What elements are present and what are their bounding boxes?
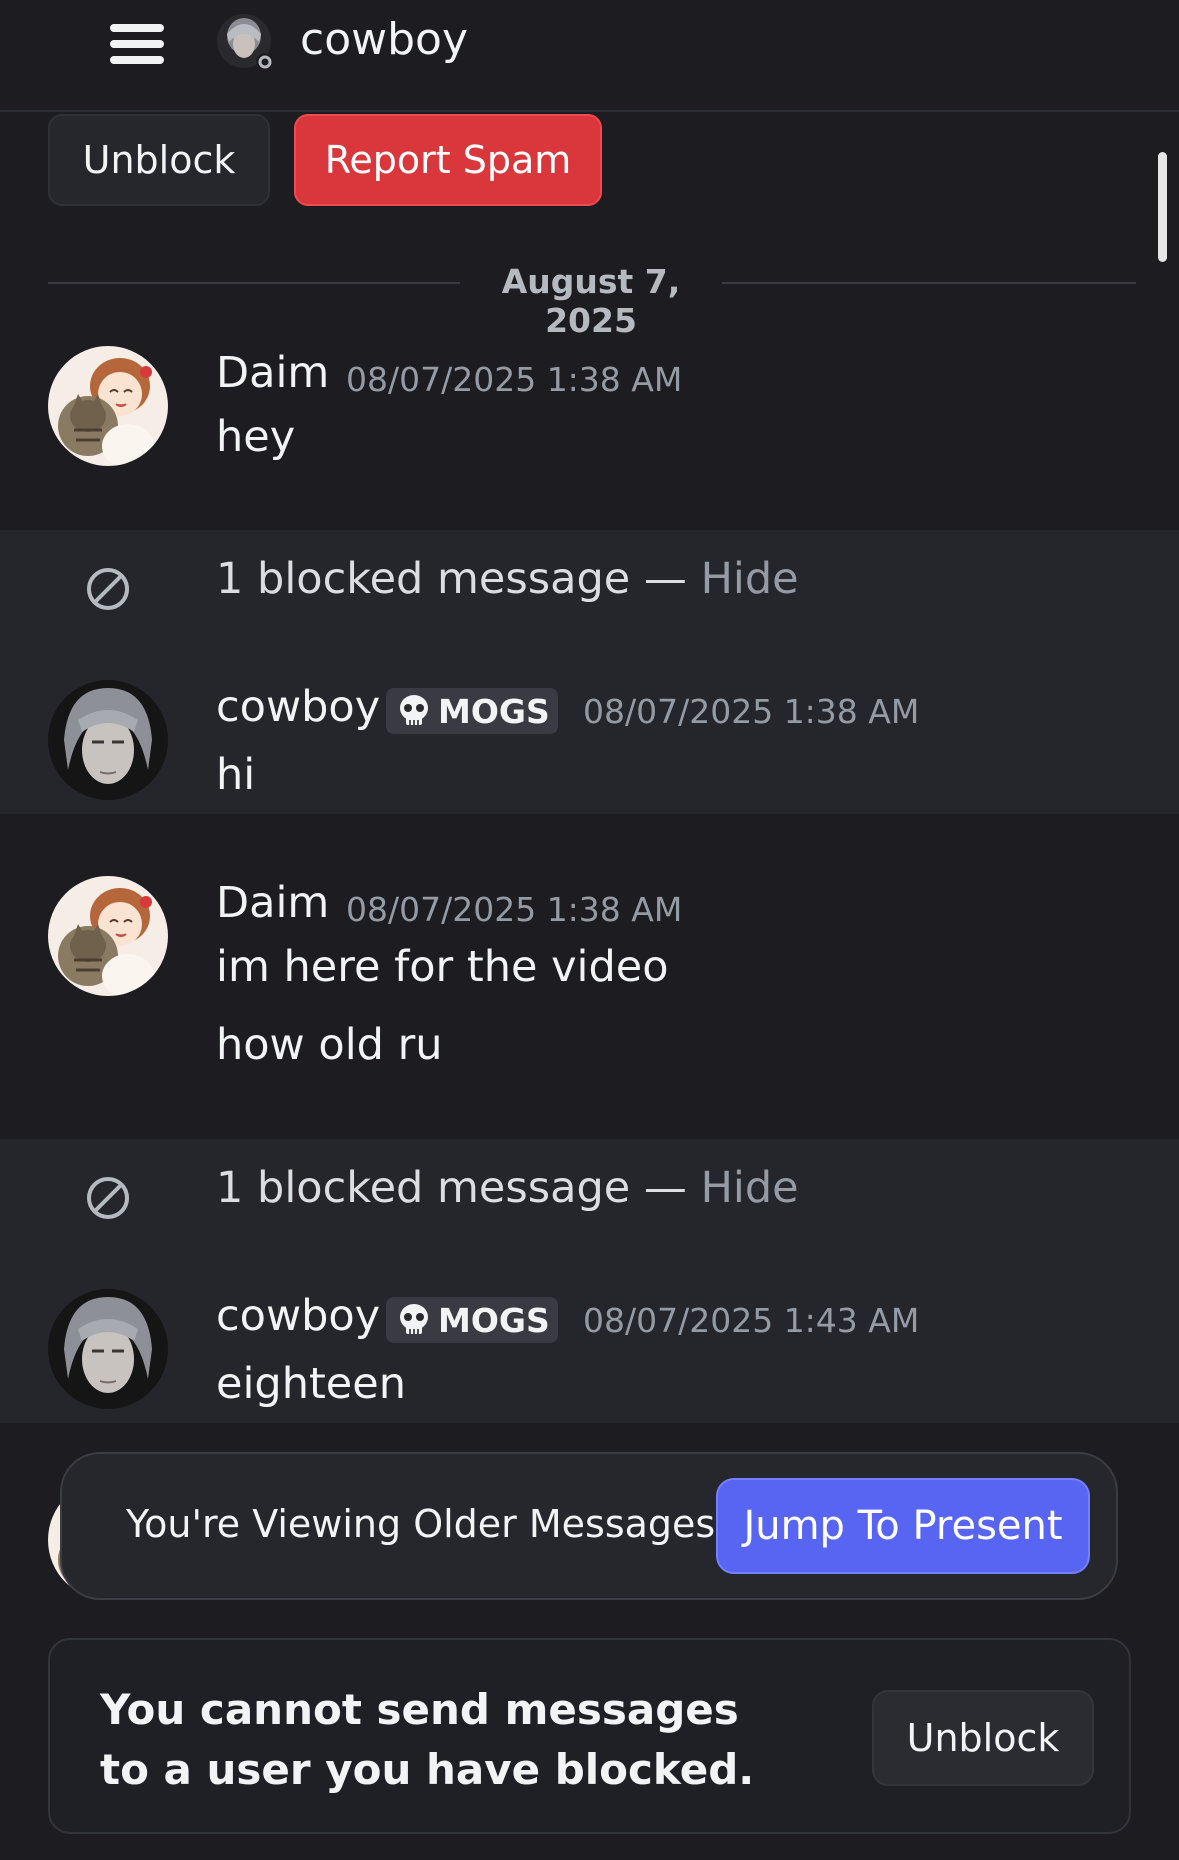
message-author[interactable]: cowboy [216,1291,380,1341]
unblock-button[interactable]: Unblock [48,114,270,206]
message-author[interactable]: Daim [216,348,329,398]
message-text: eighteen [216,1359,406,1409]
blocked-message-row: 1 blocked message — Hide [0,1139,1179,1259]
hide-blocked-link[interactable]: Hide [701,554,799,604]
message-text: hi [216,750,256,800]
message-timestamp: 08/07/2025 1:38 AM [346,360,683,399]
message-item: cowboy MOGS 08/07/2025 1:38 AM hi [0,672,1179,822]
message-item: Daim 08/07/2025 1:38 AM hey [0,340,1179,520]
date-divider: August 7, 2025 [48,262,1136,340]
blocked-message-text: 1 blocked message — [216,1163,701,1213]
scrollbar[interactable] [1158,152,1167,262]
blocked-icon [87,568,129,610]
message-timestamp: 08/07/2025 1:38 AM [346,890,683,929]
tag-label: MOGS [438,691,550,731]
older-messages-text: You're Viewing Older Messages [126,1502,716,1546]
older-messages-banner: You're Viewing Older Messages Jump To Pr… [60,1452,1118,1600]
blocked-user-notice: You cannot send messages to a user you h… [48,1638,1131,1834]
blocked-message-row: 1 blocked message — Hide [0,530,1179,650]
report-spam-button[interactable]: Report Spam [294,114,602,206]
jump-to-present-button[interactable]: Jump To Present [716,1478,1090,1574]
message-item: Daim 08/07/2025 1:38 AM im here for the … [0,870,1179,1130]
mogs-tag[interactable]: MOGS [386,688,558,734]
skull-icon [400,1304,428,1334]
tag-label: MOGS [438,1300,550,1340]
message-text: im here for the video [216,942,669,992]
cowboy-avatar[interactable] [48,680,168,800]
conversation-title: cowboy [300,14,468,65]
message-timestamp: 08/07/2025 1:43 AM [583,1301,920,1340]
daim-avatar[interactable] [48,876,168,996]
hide-blocked-link[interactable]: Hide [701,1163,799,1213]
daim-avatar[interactable] [48,346,168,466]
message-item: cowboy MOGS 08/07/2025 1:43 AM eighteen [0,1281,1179,1431]
top-bar: cowboy [0,0,1179,112]
skull-icon [400,695,428,725]
blocked-icon [87,1177,129,1219]
message-text: how old ru [216,1020,443,1070]
blocked-notice-text: You cannot send messages to a user you h… [100,1685,755,1794]
message-author[interactable]: Daim [216,878,329,928]
message-text: hey [216,412,296,462]
message-author[interactable]: cowboy [216,682,380,732]
mogs-tag[interactable]: MOGS [386,1297,558,1343]
cowboy-avatar[interactable] [48,1289,168,1409]
date-label: August 7, 2025 [501,262,681,340]
footer-unblock-button[interactable]: Unblock [872,1690,1094,1786]
hamburger-menu-icon[interactable] [110,24,166,64]
message-timestamp: 08/07/2025 1:38 AM [583,692,920,731]
blocked-message-text: 1 blocked message — [216,554,701,604]
user-avatar[interactable] [215,12,277,74]
